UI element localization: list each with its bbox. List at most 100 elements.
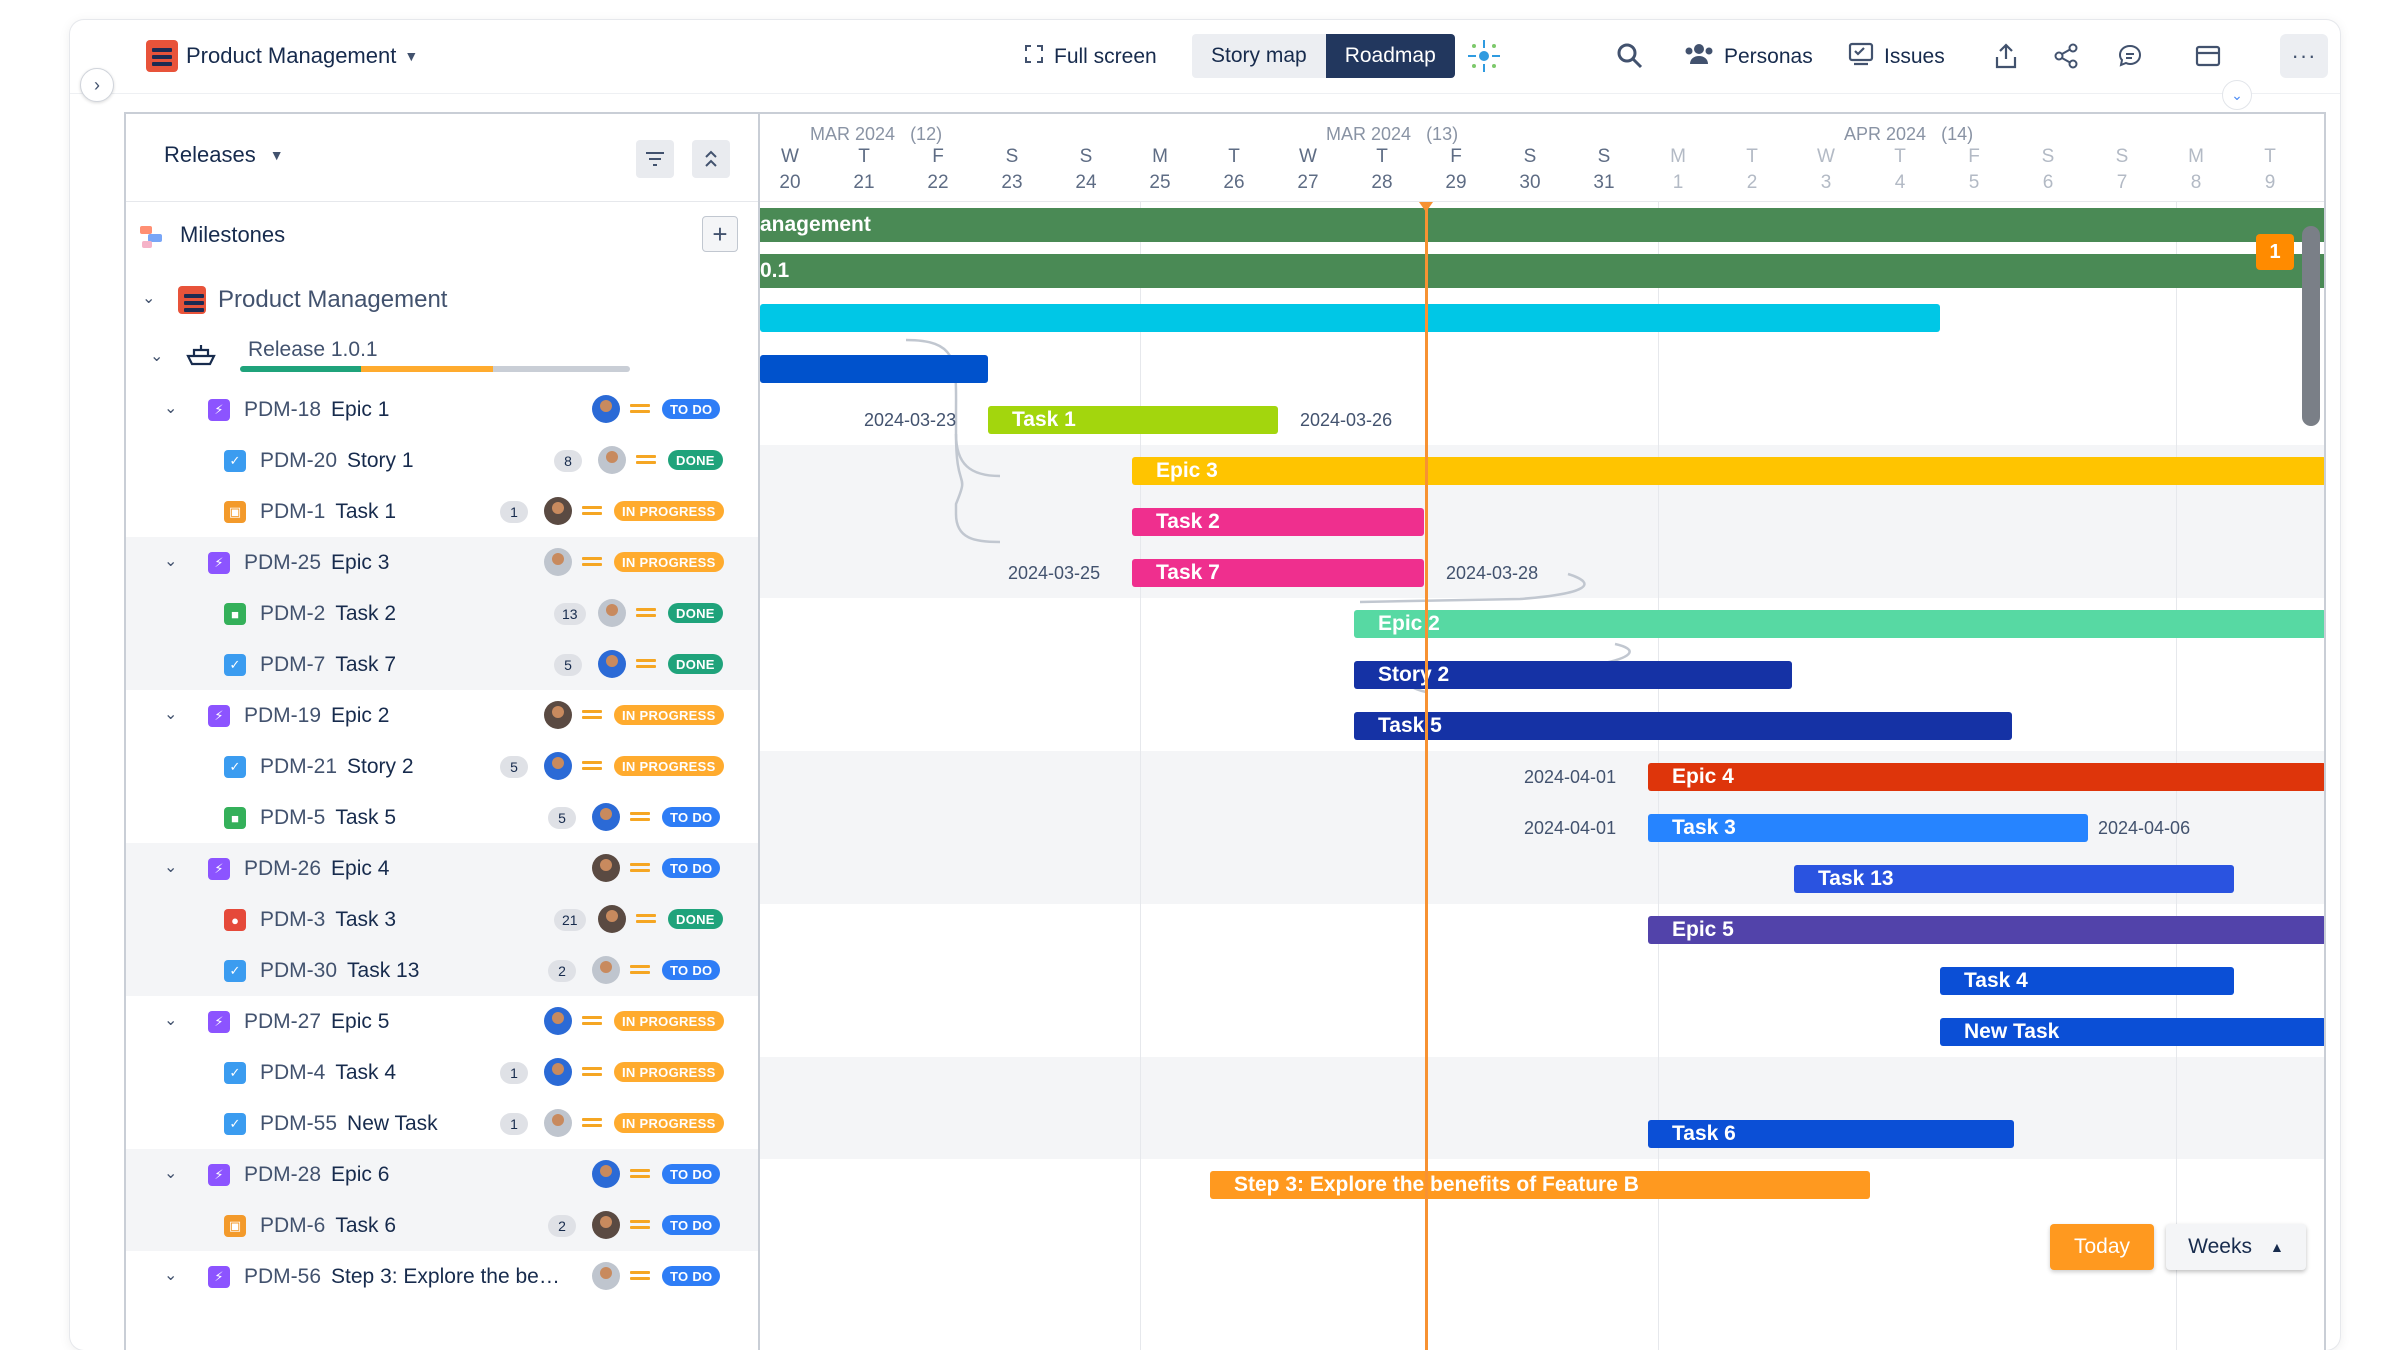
avatar[interactable] <box>592 1160 620 1188</box>
status-badge[interactable]: DONE <box>668 654 723 674</box>
epic-1-bar[interactable] <box>760 304 1940 332</box>
avatar[interactable] <box>592 395 620 423</box>
issue-row[interactable]: ■ PDM-2 Task 2 DONE 13 <box>126 588 758 639</box>
bar-release[interactable]: 0.1 <box>760 254 2324 288</box>
issues-button[interactable]: Issues <box>1848 38 1945 76</box>
status-badge[interactable]: TO DO <box>662 960 721 980</box>
today-button[interactable]: Today <box>2050 1224 2154 1270</box>
avatar[interactable] <box>598 650 626 678</box>
zoom-weeks-dropdown[interactable]: Weeks ▲ <box>2166 1224 2306 1270</box>
issue-key[interactable]: PDM-27 Epic 5 <box>244 1010 389 1034</box>
avatar[interactable] <box>592 956 620 984</box>
collapse-toolbar-icon[interactable]: ⌄ <box>2222 80 2252 110</box>
avatar[interactable] <box>544 701 572 729</box>
avatar[interactable] <box>592 803 620 831</box>
issue-row[interactable]: ✓ PDM-20 Story 1 DONE 8 <box>126 435 758 486</box>
bar-task5[interactable]: Task 5 <box>1354 712 2012 740</box>
chevron-down-icon[interactable]: ⌄ <box>142 288 155 308</box>
issue-key[interactable]: PDM-4 Task 4 <box>260 1061 396 1085</box>
search-icon[interactable] <box>1612 38 1648 74</box>
bar-task3[interactable]: Task 3 <box>1648 814 2088 842</box>
issue-key[interactable]: PDM-25 Epic 3 <box>244 551 389 575</box>
bar-epic2[interactable]: Epic 2 <box>1354 610 2324 638</box>
status-badge[interactable]: IN PROGRESS <box>614 1113 724 1133</box>
issue-row[interactable]: ⌄ ⚡ PDM-19 Epic 2 IN PROGRESS <box>126 690 758 741</box>
issue-key[interactable]: PDM-21 Story 2 <box>260 755 414 779</box>
issue-key[interactable]: PDM-20 Story 1 <box>260 449 414 473</box>
panel-icon[interactable] <box>2190 38 2226 74</box>
chevron-down-icon[interactable]: ⌄ <box>164 551 177 571</box>
avatar[interactable] <box>544 1007 572 1035</box>
story-1-bar[interactable] <box>760 355 988 383</box>
chevron-down-icon[interactable]: ⌄ <box>164 398 177 418</box>
avatar[interactable] <box>592 854 620 882</box>
bar-epic4[interactable]: Epic 4 <box>1648 763 2324 791</box>
status-badge[interactable]: TO DO <box>662 399 721 419</box>
status-badge[interactable]: TO DO <box>662 807 721 827</box>
issue-key[interactable]: PDM-28 Epic 6 <box>244 1163 389 1187</box>
bar-task7[interactable]: Task 7 <box>1132 559 1424 587</box>
releases-dropdown[interactable]: Releases ▼ <box>164 142 284 168</box>
issue-key[interactable]: PDM-6 Task 6 <box>260 1214 396 1238</box>
bar-epic5[interactable]: Epic 5 <box>1648 916 2324 944</box>
avatar[interactable] <box>598 599 626 627</box>
avatar[interactable] <box>544 497 572 525</box>
release-row[interactable]: ⌄ Release 1.0.1 <box>126 328 758 384</box>
status-badge[interactable]: TO DO <box>662 1266 721 1286</box>
issue-key[interactable]: PDM-56 Step 3: Explore the be… <box>244 1265 560 1289</box>
chevron-down-icon[interactable]: ⌄ <box>164 1010 177 1030</box>
issue-row[interactable]: ⌄ ⚡ PDM-18 Epic 1 TO DO <box>126 384 758 435</box>
avatar[interactable] <box>598 905 626 933</box>
issue-key[interactable]: PDM-19 Epic 2 <box>244 704 389 728</box>
issue-key[interactable]: PDM-26 Epic 4 <box>244 857 389 881</box>
chevron-down-icon[interactable]: ⌄ <box>164 1163 177 1183</box>
expand-sidebar-button[interactable]: › <box>80 68 114 102</box>
issue-key[interactable]: PDM-5 Task 5 <box>260 806 396 830</box>
status-badge[interactable]: DONE <box>668 909 723 929</box>
avatar[interactable] <box>544 752 572 780</box>
issue-row[interactable]: ⌄ ⚡ PDM-25 Epic 3 IN PROGRESS <box>126 537 758 588</box>
avatar[interactable] <box>592 1211 620 1239</box>
full-screen-button[interactable]: Full screen <box>1024 38 1157 76</box>
bar-epic3[interactable]: Epic 3 <box>1132 457 2324 485</box>
bar-project[interactable]: anagement <box>760 208 2324 242</box>
milestone-count-badge[interactable]: 1 <box>2256 234 2294 270</box>
issue-key[interactable]: PDM-18 Epic 1 <box>244 398 389 422</box>
issue-row[interactable]: ⌄ ⚡ PDM-28 Epic 6 TO DO <box>126 1149 758 1200</box>
issue-key[interactable]: PDM-3 Task 3 <box>260 908 396 932</box>
status-badge[interactable]: IN PROGRESS <box>614 1062 724 1082</box>
avatar[interactable] <box>598 446 626 474</box>
project-selector[interactable]: Product Management ▼ <box>146 40 418 72</box>
issue-row[interactable]: ✓ PDM-4 Task 4 IN PROGRESS 1 <box>126 1047 758 1098</box>
avatar[interactable] <box>592 1262 620 1290</box>
status-badge[interactable]: TO DO <box>662 1215 721 1235</box>
status-badge[interactable]: TO DO <box>662 858 721 878</box>
status-badge[interactable]: IN PROGRESS <box>614 705 724 725</box>
issue-row[interactable]: ▣ PDM-6 Task 6 TO DO 2 <box>126 1200 758 1251</box>
more-options-button[interactable]: ··· <box>2280 34 2328 78</box>
issue-key[interactable]: PDM-30 Task 13 <box>260 959 419 983</box>
bar-story2[interactable]: Story 2 <box>1354 661 1792 689</box>
issue-row[interactable]: ■ PDM-5 Task 5 TO DO 5 <box>126 792 758 843</box>
issue-row[interactable]: ▣ PDM-1 Task 1 IN PROGRESS 1 <box>126 486 758 537</box>
issue-key[interactable]: PDM-2 Task 2 <box>260 602 396 626</box>
status-badge[interactable]: IN PROGRESS <box>614 552 724 572</box>
share-icon[interactable] <box>2048 38 2084 74</box>
ai-sparkle-icon[interactable] <box>1466 38 1502 74</box>
issue-key[interactable]: PDM-1 Task 1 <box>260 500 396 524</box>
bar-task13[interactable]: Task 13 <box>1794 865 2234 893</box>
project-row[interactable]: ⌄ Product Management <box>126 270 758 328</box>
status-badge[interactable]: DONE <box>668 603 723 623</box>
chevron-down-icon[interactable]: ⌄ <box>164 704 177 724</box>
tab-story-map[interactable]: Story map <box>1192 34 1326 78</box>
issue-row[interactable]: ✓ PDM-7 Task 7 DONE 5 <box>126 639 758 690</box>
issue-key[interactable]: PDM-55 New Task <box>260 1112 438 1136</box>
status-badge[interactable]: DONE <box>668 450 723 470</box>
status-badge[interactable]: IN PROGRESS <box>614 756 724 776</box>
issue-row[interactable]: ✓ PDM-21 Story 2 IN PROGRESS 5 <box>126 741 758 792</box>
bar-task1[interactable]: Task 1 <box>988 406 1278 434</box>
filter-button[interactable] <box>636 140 674 178</box>
chevron-down-icon[interactable]: ⌄ <box>164 1265 177 1285</box>
issue-row[interactable]: ⌄ ⚡ PDM-26 Epic 4 TO DO <box>126 843 758 894</box>
comment-icon[interactable] <box>2112 38 2148 74</box>
